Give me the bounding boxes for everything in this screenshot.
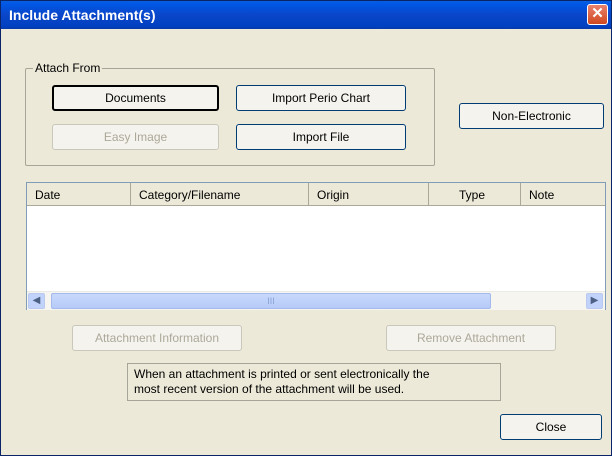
import-perio-chart-button[interactable]: Import Perio Chart <box>236 85 406 111</box>
dialog-title: Include Attachment(s) <box>9 7 156 23</box>
remove-attachment-button[interactable]: Remove Attachment <box>386 325 556 351</box>
column-header-origin[interactable]: Origin <box>309 183 429 205</box>
scrollbar-thumb[interactable]: III <box>51 293 491 309</box>
attach-from-group <box>25 68 435 166</box>
column-header-category-filename[interactable]: Category/Filename <box>131 183 309 205</box>
info-message: When an attachment is printed or sent el… <box>127 363 501 401</box>
column-header-note[interactable]: Note <box>521 183 605 205</box>
close-icon[interactable]: ✕ <box>587 4 608 25</box>
attach-from-label: Attach From <box>33 61 103 75</box>
scroll-left-icon[interactable]: ◀ <box>28 293 45 309</box>
info-line-2: most recent version of the attachment wi… <box>134 382 405 396</box>
non-electronic-button[interactable]: Non-Electronic <box>459 103 604 129</box>
horizontal-scrollbar[interactable]: ◀ III ▶ <box>27 291 605 310</box>
title-bar: Include Attachment(s) ✕ <box>1 1 611 29</box>
attachments-list[interactable]: Date Category/Filename Origin Type Note … <box>26 182 606 310</box>
column-header-date[interactable]: Date <box>27 183 131 205</box>
documents-button[interactable]: Documents <box>52 85 219 111</box>
include-attachments-dialog: Include Attachment(s) ✕ Attach From Docu… <box>0 0 612 456</box>
info-line-1: When an attachment is printed or sent el… <box>134 367 430 381</box>
column-header-type[interactable]: Type <box>429 183 521 205</box>
easy-image-button[interactable]: Easy Image <box>52 124 219 150</box>
attachment-information-button[interactable]: Attachment Information <box>72 325 242 351</box>
list-header: Date Category/Filename Origin Type Note <box>27 183 605 206</box>
close-button[interactable]: Close <box>500 414 602 440</box>
scroll-right-icon[interactable]: ▶ <box>586 293 603 309</box>
import-file-button[interactable]: Import File <box>236 124 406 150</box>
